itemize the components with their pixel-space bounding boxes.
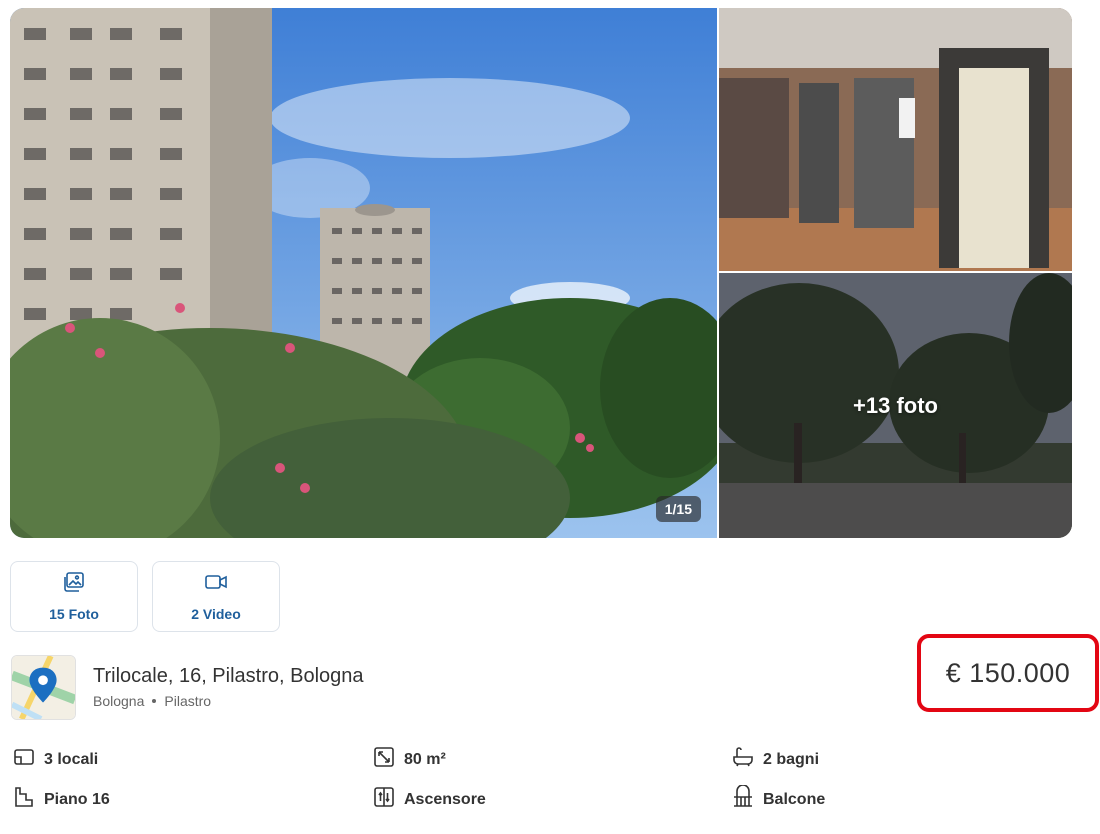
city-link[interactable]: Bologna bbox=[93, 693, 144, 709]
photo-gallery-icon bbox=[62, 571, 86, 598]
elevator-icon bbox=[372, 785, 396, 814]
photo-gallery: 1/15 +13 foto bbox=[10, 8, 1072, 538]
more-photos-tile[interactable]: +13 foto bbox=[719, 273, 1072, 538]
feature-area-label: 80 m² bbox=[404, 750, 446, 768]
feature-bathrooms: 2 bagni bbox=[731, 745, 819, 774]
price-highlight: € 150.000 bbox=[917, 634, 1099, 712]
listing-title: Trilocale, 16, Pilastro, Bologna bbox=[93, 665, 364, 687]
feature-floor: Piano 16 bbox=[12, 785, 110, 814]
more-photos-overlay[interactable]: +13 foto bbox=[719, 273, 1072, 538]
feature-floor-label: Piano 16 bbox=[44, 790, 110, 808]
floor-stairs-icon bbox=[12, 785, 36, 814]
elevator-lobby-photo[interactable] bbox=[719, 8, 1072, 271]
neighborhood-link[interactable]: Pilastro bbox=[164, 693, 211, 709]
videos-button[interactable]: 2 Video bbox=[152, 561, 280, 632]
separator-dot bbox=[152, 699, 157, 703]
photo-counter: 1/15 bbox=[655, 496, 701, 522]
more-photos-label: +13 foto bbox=[853, 392, 938, 418]
main-photo[interactable]: 1/15 bbox=[10, 8, 717, 538]
photos-button-label: 15 Foto bbox=[49, 606, 99, 622]
feature-elevator: Ascensore bbox=[372, 785, 486, 814]
bathtub-icon bbox=[731, 745, 755, 774]
balcony-icon bbox=[731, 784, 755, 814]
area-expand-icon bbox=[372, 745, 396, 774]
video-camera-icon bbox=[204, 571, 228, 598]
feature-balcony-label: Balcone bbox=[763, 790, 826, 808]
feature-rooms: 3 locali bbox=[12, 745, 98, 774]
listing-price: € 150.000 bbox=[945, 657, 1071, 688]
videos-button-label: 2 Video bbox=[191, 606, 241, 622]
feature-bathrooms-label: 2 bagni bbox=[763, 750, 820, 768]
feature-balcony: Balcone bbox=[731, 784, 826, 814]
feature-rooms-label: 3 locali bbox=[44, 750, 99, 768]
photos-button[interactable]: 15 Foto bbox=[10, 561, 138, 632]
map-thumbnail[interactable] bbox=[11, 655, 76, 720]
listing-location: Bologna Pilastro bbox=[93, 693, 211, 709]
feature-elevator-label: Ascensore bbox=[404, 790, 486, 808]
feature-area: 80 m² bbox=[372, 745, 446, 774]
rooms-icon bbox=[12, 745, 36, 774]
